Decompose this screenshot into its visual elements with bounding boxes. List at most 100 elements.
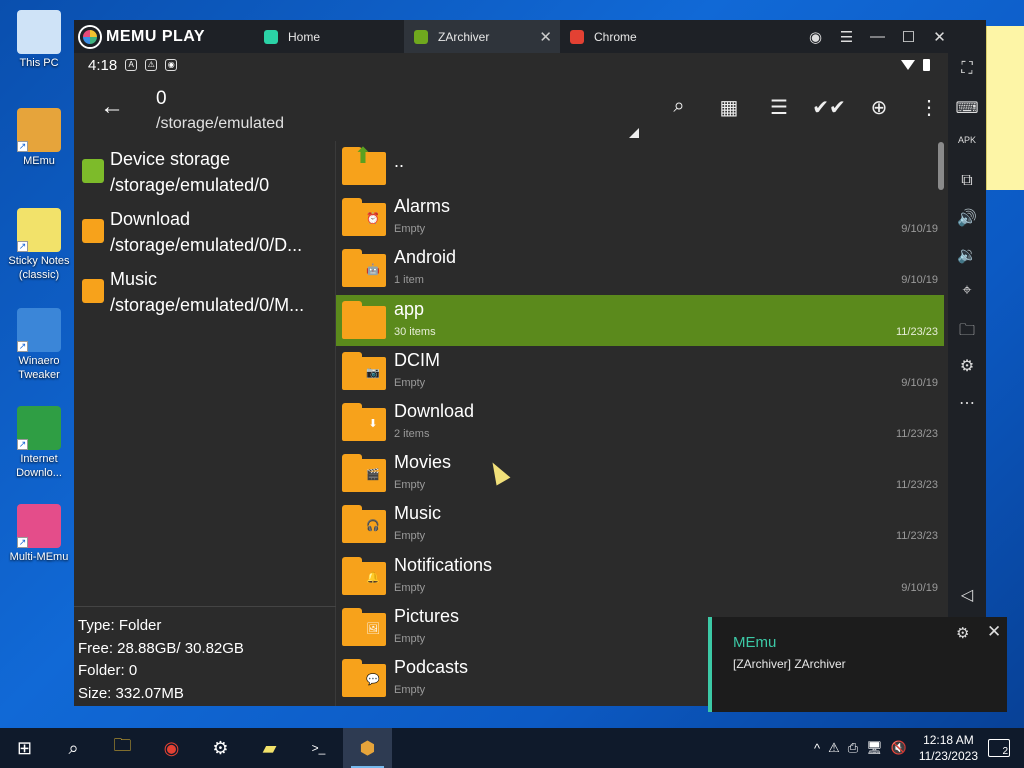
desktop-icon-memu[interactable]: ↗ MEmu bbox=[4, 108, 74, 168]
path-item-count: 0 bbox=[156, 88, 167, 109]
tab-chrome[interactable]: Chrome bbox=[560, 20, 716, 53]
chrome-icon bbox=[570, 29, 584, 44]
list-view-icon[interactable]: ☰ bbox=[754, 95, 804, 120]
volume-muted-icon[interactable]: 🔇 bbox=[891, 740, 907, 756]
back-arrow-icon[interactable]: ← bbox=[100, 93, 124, 121]
desktop-icon-internet-downlo[interactable]: ↗ Internet Downlo... bbox=[4, 406, 74, 480]
tab-home[interactable]: Home bbox=[254, 20, 404, 53]
sticky-notes-taskbar-icon[interactable]: ▰ bbox=[245, 728, 294, 768]
file-name: Podcasts bbox=[394, 657, 469, 677]
fullscreen-icon[interactable]: ⛶ bbox=[948, 60, 986, 78]
emulator-sidebar: ⛶ ⌨ APK ⧉ 🔊 🔉 ⌖ 🗀 ⚙ ⋯ ◁ bbox=[948, 20, 986, 706]
action-center-icon[interactable]: 2 bbox=[988, 739, 1010, 757]
account-icon[interactable]: ◉ bbox=[800, 28, 831, 46]
location-icon[interactable]: ⌖ bbox=[948, 282, 986, 300]
file-meta: Empty bbox=[394, 632, 426, 645]
shield-notification-icon: ◉ bbox=[165, 59, 178, 71]
close-icon[interactable]: ✕ bbox=[987, 622, 1001, 642]
apk-install-icon[interactable]: APK bbox=[948, 135, 986, 145]
terminal-taskbar-icon[interactable]: >_ bbox=[294, 728, 343, 768]
file-meta: Empty bbox=[394, 479, 426, 492]
file-row-dcim[interactable]: 📷 DCIM Empty 9/10/19 bbox=[336, 346, 944, 397]
folder-badge-icon: 🎧 bbox=[366, 520, 380, 533]
storage-path: /storage/emulated/0/D... bbox=[110, 235, 303, 255]
multi-window-icon[interactable]: ⧉ bbox=[948, 172, 986, 190]
storage-panel: Device storage/storage/emulated/0 Downloa… bbox=[74, 141, 336, 706]
desktop-icon-multi-memu[interactable]: ↗ Multi-MEmu bbox=[4, 504, 74, 564]
storage-item-device-storage[interactable]: Device storage/storage/emulated/0 bbox=[80, 149, 334, 207]
path-dropdown-icon[interactable] bbox=[629, 128, 639, 138]
desktop-icon-label: Sticky Notes (classic) bbox=[8, 255, 70, 281]
tray-warning-icon[interactable]: ⚠ bbox=[828, 740, 840, 756]
file-row-android[interactable]: 🤖 Android 1 item 9/10/19 bbox=[336, 243, 944, 294]
file-date: 9/10/19 bbox=[901, 581, 938, 594]
minimize-button[interactable]: — bbox=[862, 28, 893, 45]
back-nav-icon[interactable]: ◁ bbox=[948, 585, 986, 605]
file-date: 11/23/23 bbox=[895, 530, 938, 543]
desktop-icon-this-pc[interactable]: This PC bbox=[4, 10, 74, 70]
memu-taskbar-icon[interactable]: ⬢ bbox=[343, 728, 392, 768]
desktop-icon-label: Winaero Tweaker bbox=[18, 355, 60, 381]
status-time: 4:18 bbox=[88, 56, 118, 74]
file-date: 11/23/23 bbox=[895, 325, 938, 338]
maximize-button[interactable]: ☐ bbox=[893, 28, 924, 46]
folder-share-icon[interactable]: 🗀 bbox=[948, 319, 986, 346]
scrollbar-thumb[interactable] bbox=[938, 142, 944, 190]
folder-icon: 🔔 bbox=[342, 556, 386, 595]
file-name: Music bbox=[394, 503, 442, 524]
sd-card-icon bbox=[82, 159, 104, 183]
multi-memu-icon: ↗ bbox=[17, 504, 61, 548]
notification-toast[interactable]: MEmu [ZArchiver] ZArchiver ⚙ ✕ bbox=[708, 617, 1007, 712]
select-all-icon[interactable]: ✔✔ bbox=[804, 95, 854, 120]
gear-icon[interactable]: ⚙ bbox=[956, 624, 969, 642]
tray-overflow-icon[interactable]: ^ bbox=[814, 741, 820, 756]
folder-icon: 💬 bbox=[342, 659, 386, 697]
sticky-notes-icon: ↗ bbox=[17, 208, 61, 252]
folder-badge-icon bbox=[366, 315, 380, 329]
sticky-note-window[interactable] bbox=[986, 26, 1024, 190]
storage-item-music[interactable]: Music/storage/emulated/0/M... bbox=[80, 269, 334, 327]
volume-up-icon[interactable]: 🔊 bbox=[948, 208, 986, 228]
file-meta: 1 item bbox=[394, 274, 424, 287]
more-icon[interactable]: ⋯ bbox=[948, 393, 986, 413]
info-size: Size: 332.07MB bbox=[78, 684, 184, 702]
settings-icon[interactable]: ⚙ bbox=[948, 356, 986, 376]
search-button[interactable]: ⌕ bbox=[49, 728, 98, 768]
file-row-movies[interactable]: 🎬 Movies Empty 11/23/23 bbox=[336, 448, 944, 499]
file-row-parent[interactable]: ⬆.. bbox=[336, 141, 944, 192]
file-row-download[interactable]: ⬇ Download 2 items 11/23/23 bbox=[336, 397, 944, 448]
storage-item-download[interactable]: Download/storage/emulated/0/D... bbox=[80, 209, 334, 267]
file-row-alarms[interactable]: ⏰ Alarms Empty 9/10/19 bbox=[336, 192, 944, 243]
file-row-music[interactable]: 🎧 Music Empty 11/23/23 bbox=[336, 499, 944, 550]
grid-view-icon[interactable]: ▦ bbox=[704, 95, 754, 120]
folder-icon: 📷 bbox=[342, 351, 386, 390]
settings-taskbar-icon[interactable]: ⚙ bbox=[196, 728, 245, 768]
file-name: Download bbox=[394, 401, 475, 421]
brand-name: MEMU PLAY bbox=[106, 27, 206, 45]
search-icon[interactable]: ⌕ bbox=[654, 95, 704, 120]
desktop-icon-winaero-tweaker[interactable]: ↗ Winaero Tweaker bbox=[4, 308, 74, 382]
tab-close-icon[interactable]: ✕ bbox=[539, 28, 552, 46]
file-explorer-icon[interactable]: 🗀 bbox=[98, 728, 147, 768]
tab-zarchiver[interactable]: ZArchiver ✕ bbox=[404, 20, 560, 53]
volume-down-icon[interactable]: 🔉 bbox=[948, 245, 986, 265]
menu-icon[interactable]: ☰ bbox=[831, 28, 862, 46]
storage-path: /storage/emulated/0/M... bbox=[110, 295, 305, 315]
tray-printer-icon[interactable]: ⎙ bbox=[848, 740, 858, 756]
shortcut-arrow-icon: ↗ bbox=[17, 341, 28, 352]
overflow-menu-icon[interactable]: ⋮ bbox=[904, 95, 954, 120]
file-row-notifications[interactable]: 🔔 Notifications Empty 9/10/19 bbox=[336, 551, 944, 602]
chrome-taskbar-icon[interactable]: ◉ bbox=[147, 728, 196, 768]
desktop-icon-sticky-notes-classic[interactable]: ↗ Sticky Notes (classic) bbox=[4, 208, 74, 282]
desktop-icon-label: Internet Downlo... bbox=[16, 453, 62, 479]
folder-badge-icon: 💬 bbox=[366, 674, 380, 686]
network-icon[interactable]: 🖥 bbox=[866, 740, 883, 756]
taskbar-clock[interactable]: 12:18 AM 11/23/2023 bbox=[919, 732, 978, 764]
file-row-app[interactable]: app 30 items 11/23/23 bbox=[336, 294, 944, 346]
file-meta: Empty bbox=[394, 223, 426, 236]
add-icon[interactable]: ⊕ bbox=[854, 95, 904, 120]
keyboard-icon[interactable]: ⌨ bbox=[948, 98, 986, 118]
folder-icon: 🤖 bbox=[342, 249, 386, 288]
start-button[interactable]: ⊞ bbox=[0, 728, 49, 768]
folder-badge-icon: 🤖 bbox=[366, 264, 380, 277]
